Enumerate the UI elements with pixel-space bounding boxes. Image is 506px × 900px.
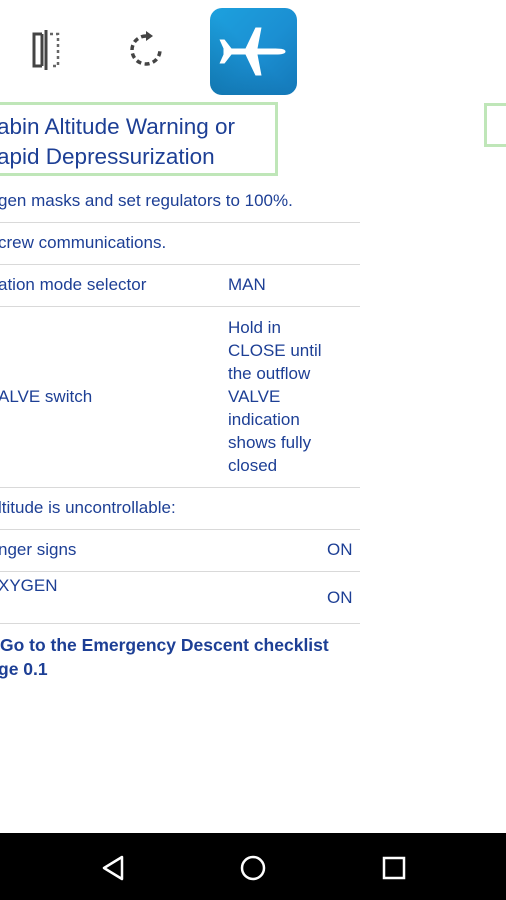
value-line: shows fully [228,433,312,452]
next-page-edge[interactable] [484,103,506,147]
checklist-row: crew communications. [0,222,360,265]
checklist-item-text: ALVE switch [0,387,93,406]
checklist-title-line-1: abin Altitude Warning or [0,114,236,139]
checklist-item-value: Hold in CLOSE until the outflow VALVE in… [228,316,348,477]
value-line: VALVE [228,387,281,406]
checklist-row: ation mode selector MAN [0,264,360,307]
split-view-icon[interactable] [18,22,74,78]
value-line: CLOSE until [228,341,322,360]
checklist-item-text: ation mode selector [0,275,147,294]
checklist-row: gen masks and set regulators to 100%. [0,180,360,223]
airplane-app-icon[interactable] [210,8,297,95]
checklist-item-value: ON [327,540,353,559]
value-line: Hold in [228,318,281,337]
checklist-title-line-2: apid Depressurization [0,144,215,169]
checklist-item-text: crew communications. [0,233,167,252]
emergency-descent-link[interactable]: Go to the Emergency Descent checklist [0,633,329,657]
checklist-row: nger signs ON [0,529,360,572]
home-icon[interactable] [236,851,270,885]
value-line: indication [228,410,300,429]
checklist-row: ltitude is uncontrollable: [0,487,360,530]
checklist-item-value: ON [327,588,353,607]
system-nav-bar [0,833,506,900]
value-line: closed [228,456,278,475]
top-toolbar [0,0,506,100]
value-line: the outflow [228,364,311,383]
checklist-item-text: nger signs [0,540,77,559]
checklist-item-value: MAN [228,275,266,294]
back-icon[interactable] [96,851,130,885]
checklist-item-text: gen masks and set regulators to 100%. [0,191,293,210]
checklist-row: XYGEN ON [0,571,360,624]
rotate-icon[interactable] [118,22,174,78]
checklist-item-text: ltitude is uncontrollable: [0,498,176,517]
emergency-descent-link-page[interactable]: ge 0.1 [0,657,48,681]
checklist-row: ALVE switch Hold in CLOSE until the outf… [0,306,360,488]
checklist-item-text: XYGEN [0,576,58,595]
recents-icon[interactable] [377,851,411,885]
